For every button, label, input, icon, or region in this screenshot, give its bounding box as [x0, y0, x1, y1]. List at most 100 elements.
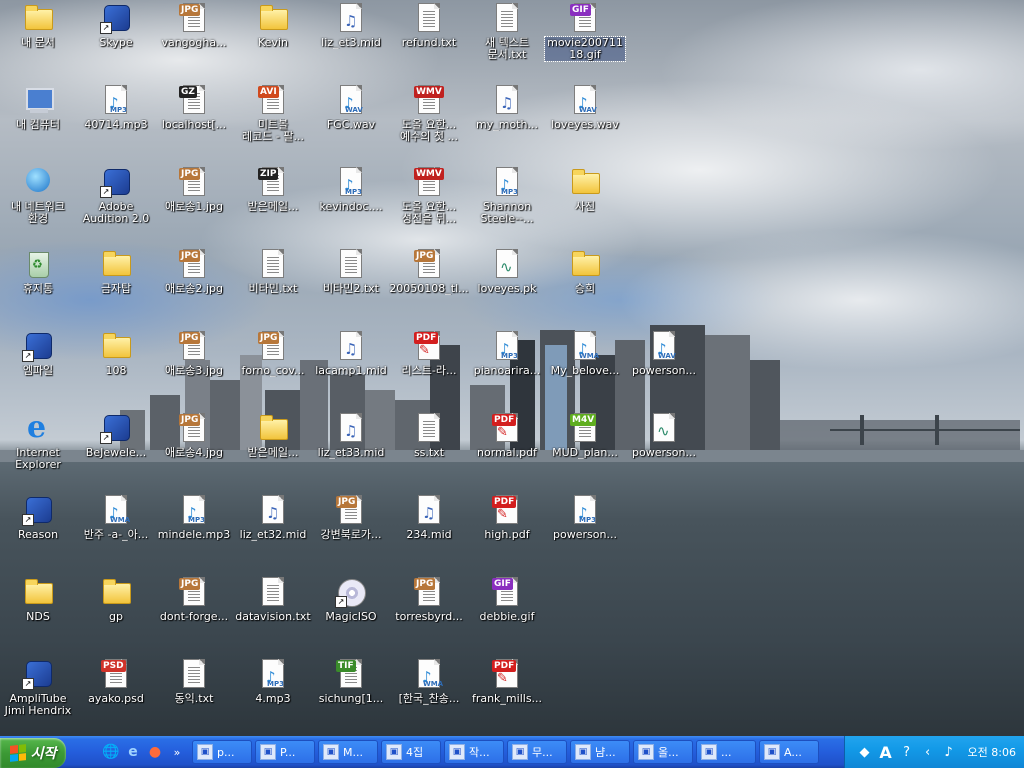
desktop-icon[interactable]: JPG 애로송2.jpg: [154, 246, 234, 326]
media-icon[interactable]: ●: [146, 743, 164, 761]
desktop-icon[interactable]: ♪ WMA [한국_찬송...: [389, 656, 469, 736]
taskbar-button[interactable]: ▣ p...: [192, 740, 252, 764]
taskbar-button[interactable]: ▣ M...: [318, 740, 378, 764]
desktop-icon[interactable]: 받은메일...: [233, 410, 313, 490]
desktop-icon[interactable]: PDF ✎ frank_mills...: [467, 656, 547, 736]
ie-icon[interactable]: e: [124, 743, 142, 761]
desktop-icon[interactable]: ↗ MagicISO: [311, 574, 391, 654]
desktop-icon[interactable]: ↗ Adobe Audition 2.0: [76, 164, 156, 244]
clock[interactable]: 오전 8:06: [968, 744, 1016, 760]
desktop-icon[interactable]: ∿ powerson...: [624, 410, 704, 490]
desktop-icon[interactable]: refund.txt: [389, 0, 469, 80]
desktop-icon[interactable]: ♪ WMA 반주 -a-_아...: [76, 492, 156, 572]
desktop-icon[interactable]: GIF movie200711 18.gif: [544, 0, 626, 80]
desktop-icon[interactable]: JPG 애로송4.jpg: [154, 410, 234, 490]
start-button[interactable]: 시작: [0, 737, 66, 768]
window-app-icon: ▣: [197, 744, 213, 760]
desktop-icon[interactable]: ♪ MP3 Shannon Steele--...: [467, 164, 547, 244]
tray-expand-icon[interactable]: ‹: [920, 744, 936, 760]
taskbar-button[interactable]: ▣ 작...: [444, 740, 504, 764]
desktop-icon[interactable]: gp: [76, 574, 156, 654]
desktop-icon[interactable]: WMV 도올 요한... 예수의 첫 ...: [389, 82, 469, 162]
desktop-icon[interactable]: ∿ loveyes.pk: [467, 246, 547, 326]
desktop-icon-label: 애로송1.jpg: [165, 201, 223, 213]
desktop-icon[interactable]: 내 네트워크 환경: [0, 164, 78, 244]
desktop-icon[interactable]: ↗ AmpliTube Jimi Hendrix: [0, 656, 78, 736]
desktop-icon[interactable]: 승희: [545, 246, 625, 326]
desktop-icon[interactable]: 동익.txt: [154, 656, 234, 736]
desktop-icon[interactable]: ♫ 234.mid: [389, 492, 469, 572]
taskbar-button[interactable]: ▣ P...: [255, 740, 315, 764]
desktop-icon[interactable]: ♻ 휴지통: [0, 246, 78, 326]
help-tray-icon[interactable]: ?: [899, 744, 915, 760]
desktop-icon[interactable]: 내 컴퓨터: [0, 82, 78, 162]
desktop-icon[interactable]: ♪ MP3 kevindoc....: [311, 164, 391, 244]
desktop-icon[interactable]: JPG vangogha...: [154, 0, 234, 80]
desktop-icon[interactable]: 108: [76, 328, 156, 408]
desktop-icon-label: 휴지통: [22, 283, 54, 295]
desktop-icon[interactable]: M4V MUD_plan...: [545, 410, 625, 490]
desktop-icon[interactable]: ♪ WMA My_belove...: [545, 328, 625, 408]
taskbar-button[interactable]: ▣ 무...: [507, 740, 567, 764]
desktop-icon[interactable]: JPG 애로송1.jpg: [154, 164, 234, 244]
desktop-icon[interactable]: PDF ✎ normal.pdf: [467, 410, 547, 490]
desktop-icon[interactable]: 사진: [545, 164, 625, 244]
desktop-icon[interactable]: JPG 20050108_tl...: [389, 246, 469, 326]
desktop-icon[interactable]: ♪ MP3 40714.mp3: [76, 82, 156, 162]
network-tray-icon[interactable]: ◆: [857, 744, 873, 760]
desktop[interactable]: 내 문서 ↗ Skype JPG vangogha... Kevin ♫ liz_et3.mi…: [0, 0, 1024, 736]
desktop-icon[interactable]: ♪ MP3 pianoarira...: [467, 328, 547, 408]
taskbar-button[interactable]: ▣ 올...: [633, 740, 693, 764]
desktop-icon[interactable]: JPG 강변북로가...: [311, 492, 391, 572]
language-bar-icon[interactable]: A: [878, 743, 894, 762]
desktop-icon[interactable]: JPG torresbyrd...: [389, 574, 469, 654]
desktop-icon[interactable]: ↗ Skype: [76, 0, 156, 80]
desktop-icon-label: pianoarira...: [473, 365, 541, 377]
desktop-icon[interactable]: JPG 애로송3.jpg: [154, 328, 234, 408]
desktop-icon[interactable]: TIF sichung[1...: [311, 656, 391, 736]
show-desktop-icon[interactable]: 🌐: [102, 743, 120, 761]
desktop-icon[interactable]: ss.txt: [389, 410, 469, 490]
desktop-icon[interactable]: ↗ Reason: [0, 492, 78, 572]
desktop-icon[interactable]: JPG forno_cov...: [233, 328, 313, 408]
desktop-icon[interactable]: ♫ my_moth...: [467, 82, 547, 162]
desktop-icon[interactable]: PDF ✎ 리스트-라...: [389, 328, 469, 408]
desktop-icon[interactable]: ♫ liz_et32.mid: [233, 492, 313, 572]
desktop-icon[interactable]: 금자탑: [76, 246, 156, 326]
desktop-icon[interactable]: GIF debbie.gif: [467, 574, 547, 654]
desktop-icon[interactable]: 비타민.txt: [233, 246, 313, 326]
desktop-icon[interactable]: GZ localhost[...: [154, 82, 234, 162]
taskbar-button[interactable]: ▣...: [696, 740, 756, 764]
desktop-icon[interactable]: ↗ 엠파일: [0, 328, 78, 408]
desktop-icon[interactable]: ♪ WAV powerson...: [624, 328, 704, 408]
desktop-icon[interactable]: 내 문서: [0, 0, 78, 80]
desktop-icon[interactable]: 비타민2.txt: [311, 246, 391, 326]
desktop-icon[interactable]: Kevin: [233, 0, 313, 80]
zip-file-icon: ZIP: [257, 166, 289, 198]
desktop-icon[interactable]: ♪ WAV FGC.wav: [311, 82, 391, 162]
desktop-icon[interactable]: e Internet Explorer: [0, 410, 78, 490]
taskbar-button[interactable]: ▣ 냠...: [570, 740, 630, 764]
desktop-icon[interactable]: JPG dont-forge...: [154, 574, 234, 654]
volume-icon[interactable]: ♪: [941, 744, 957, 760]
desktop-icon[interactable]: PDF ✎ high.pdf: [467, 492, 547, 572]
desktop-icon[interactable]: ↗ BeJewele...: [76, 410, 156, 490]
desktop-icon[interactable]: 새 텍스트 문서.txt: [467, 0, 547, 80]
desktop-icon[interactable]: ♫ lacamp1.mid: [311, 328, 391, 408]
desktop-icon[interactable]: ♪ MP3 powerson...: [545, 492, 625, 572]
desktop-icon[interactable]: ZIP 받은메일...: [233, 164, 313, 244]
desktop-icon[interactable]: ♫ liz_et3.mid: [311, 0, 391, 80]
desktop-icon[interactable]: ♪ WAV loveyes.wav: [545, 82, 625, 162]
desktop-icon[interactable]: datavision.txt: [233, 574, 313, 654]
desktop-icon-label: vangogha...: [161, 37, 227, 49]
taskbar-button[interactable]: ▣ 4집: [381, 740, 441, 764]
taskbar-button[interactable]: ▣ A...: [759, 740, 819, 764]
desktop-icon[interactable]: NDS: [0, 574, 78, 654]
desktop-icon[interactable]: ♫ liz_et33.mid: [311, 410, 391, 490]
desktop-icon[interactable]: PSD ayako.psd: [76, 656, 156, 736]
quick-launch-chevron[interactable]: »: [168, 743, 186, 761]
desktop-icon[interactable]: WMV 도올 요한... 성전을 뒤...: [389, 164, 469, 244]
desktop-icon[interactable]: AVI 미트볼 레코드 - 팔...: [233, 82, 313, 162]
desktop-icon[interactable]: ♪ MP3 mindele.mp3: [154, 492, 234, 572]
desktop-icon[interactable]: ♪ MP3 4.mp3: [233, 656, 313, 736]
